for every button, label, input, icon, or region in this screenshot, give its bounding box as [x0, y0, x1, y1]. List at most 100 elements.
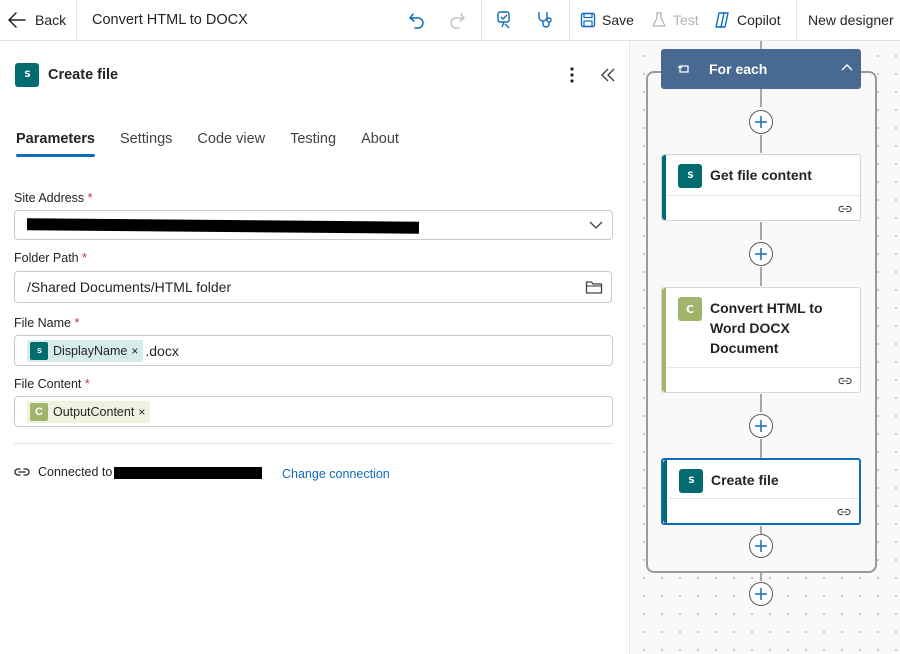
redo-button[interactable] [445, 8, 469, 32]
health-check-button[interactable] [533, 8, 557, 32]
new-designer-toggle[interactable]: New designer [808, 0, 894, 40]
foreach-label: For each [709, 61, 768, 77]
connector-line [760, 439, 762, 458]
connector-line [760, 573, 762, 581]
add-action-button[interactable] [749, 582, 773, 606]
sharepoint-icon: S [679, 469, 703, 493]
double-chevron-left-icon [601, 68, 615, 82]
link-icon [838, 377, 852, 385]
displayname-token[interactable]: S DisplayName × [27, 339, 144, 362]
save-icon [580, 12, 596, 28]
file-name-label-text: File Name [14, 316, 71, 330]
file-name-suffix: .docx [145, 342, 179, 359]
redacted-account [114, 467, 262, 479]
back-label: Back [35, 12, 67, 28]
tab-code-view[interactable]: Code view [197, 131, 265, 157]
file-content-input[interactable]: C OutputContent × [14, 396, 613, 427]
action-card-convert-html[interactable]: C Convert HTML to Word DOCX Document [661, 287, 861, 393]
more-vertical-icon [570, 67, 574, 83]
card-footer [666, 195, 860, 220]
card-footer [666, 367, 860, 392]
connector-line [760, 394, 762, 412]
chevron-down-icon [589, 221, 603, 229]
folder-icon[interactable] [585, 279, 603, 295]
token-label: OutputContent [53, 404, 135, 419]
redacted-site-url [26, 218, 420, 234]
card-title-line: Convert HTML to [710, 300, 823, 316]
toolbar-divider [796, 0, 797, 40]
chevron-up-icon[interactable] [841, 63, 853, 71]
flow-canvas[interactable]: For each S Get file content C Convert HT… [631, 41, 900, 654]
panel-tabs: Parameters Settings Code view Testing Ab… [16, 131, 424, 157]
outputcontent-token[interactable]: C OutputContent × [27, 400, 151, 423]
connected-to-label: Connected to [38, 465, 113, 479]
toolbar-divider [481, 0, 482, 40]
folder-path-label: Folder Path * [14, 251, 87, 265]
divider [14, 443, 613, 444]
connector-line [760, 89, 762, 107]
tab-settings[interactable]: Settings [120, 131, 172, 157]
collapse-panel-button[interactable] [598, 65, 618, 85]
site-address-label-text: Site Address [14, 191, 85, 205]
save-label: Save [602, 12, 634, 28]
change-connection-link[interactable]: Change connection [282, 467, 390, 481]
convert-connector-icon: C [30, 402, 48, 421]
panel-title: Create file [48, 67, 119, 83]
tab-parameters[interactable]: Parameters [16, 131, 95, 157]
copilot-label: Copilot [737, 12, 781, 28]
remove-token-icon[interactable]: × [138, 405, 145, 419]
more-options-button[interactable] [563, 65, 581, 85]
remove-token-icon[interactable]: × [131, 344, 138, 358]
plus-icon [755, 420, 767, 432]
plus-icon [755, 248, 767, 260]
tab-testing[interactable]: Testing [290, 131, 336, 157]
copilot-button[interactable]: Copilot [713, 0, 781, 40]
redo-icon [450, 13, 465, 29]
required-mark: * [84, 377, 90, 391]
connector-line [760, 222, 762, 240]
link-icon [837, 508, 851, 516]
copilot-icon [715, 12, 729, 28]
folder-path-value: /Shared Documents/HTML folder [27, 279, 232, 295]
file-content-label: File Content * [14, 377, 90, 391]
back-button[interactable]: Back [8, 0, 66, 40]
test-label: Test [673, 12, 699, 28]
flask-icon [652, 12, 666, 27]
file-name-input[interactable]: S DisplayName × .docx [14, 335, 613, 366]
add-action-button[interactable] [749, 242, 773, 266]
sharepoint-icon: S [678, 164, 702, 188]
action-card-create-file[interactable]: S Create file [661, 458, 861, 525]
folder-path-input[interactable]: /Shared Documents/HTML folder [14, 271, 612, 303]
flow-title: Convert HTML to DOCX [92, 12, 248, 28]
flow-checker-icon [497, 11, 510, 29]
connector-line [760, 135, 762, 153]
toolbar-divider [569, 0, 570, 40]
site-address-dropdown[interactable] [14, 210, 613, 240]
required-mark: * [74, 316, 80, 330]
flow-checker-button[interactable] [493, 8, 517, 32]
arrow-left-icon [8, 12, 26, 28]
add-action-button[interactable] [749, 110, 773, 134]
save-button[interactable]: Save [580, 0, 634, 40]
card-title-line: Document [710, 340, 779, 356]
card-title: Create file [711, 472, 779, 488]
undo-icon [409, 13, 424, 29]
foreach-header[interactable]: For each [661, 49, 861, 89]
action-details-panel: S Create file Parameters Settings Code v… [0, 41, 630, 654]
stethoscope-icon [538, 12, 552, 28]
connection-info: Connected to [14, 465, 112, 479]
sharepoint-icon: S [30, 341, 48, 360]
test-button[interactable]: Test [651, 0, 699, 40]
action-card-get-file-content[interactable]: S Get file content [661, 154, 861, 221]
add-action-button[interactable] [749, 534, 773, 558]
tab-about[interactable]: About [361, 131, 399, 157]
panel-header: S Create file [15, 63, 118, 87]
link-icon [838, 205, 852, 213]
undo-button[interactable] [405, 8, 429, 32]
connector-line [760, 526, 762, 534]
add-action-button[interactable] [749, 414, 773, 438]
token-label: DisplayName [53, 343, 128, 358]
file-content-label-text: File Content [14, 377, 82, 391]
toolbar-divider [76, 0, 77, 40]
required-mark: * [82, 251, 87, 265]
